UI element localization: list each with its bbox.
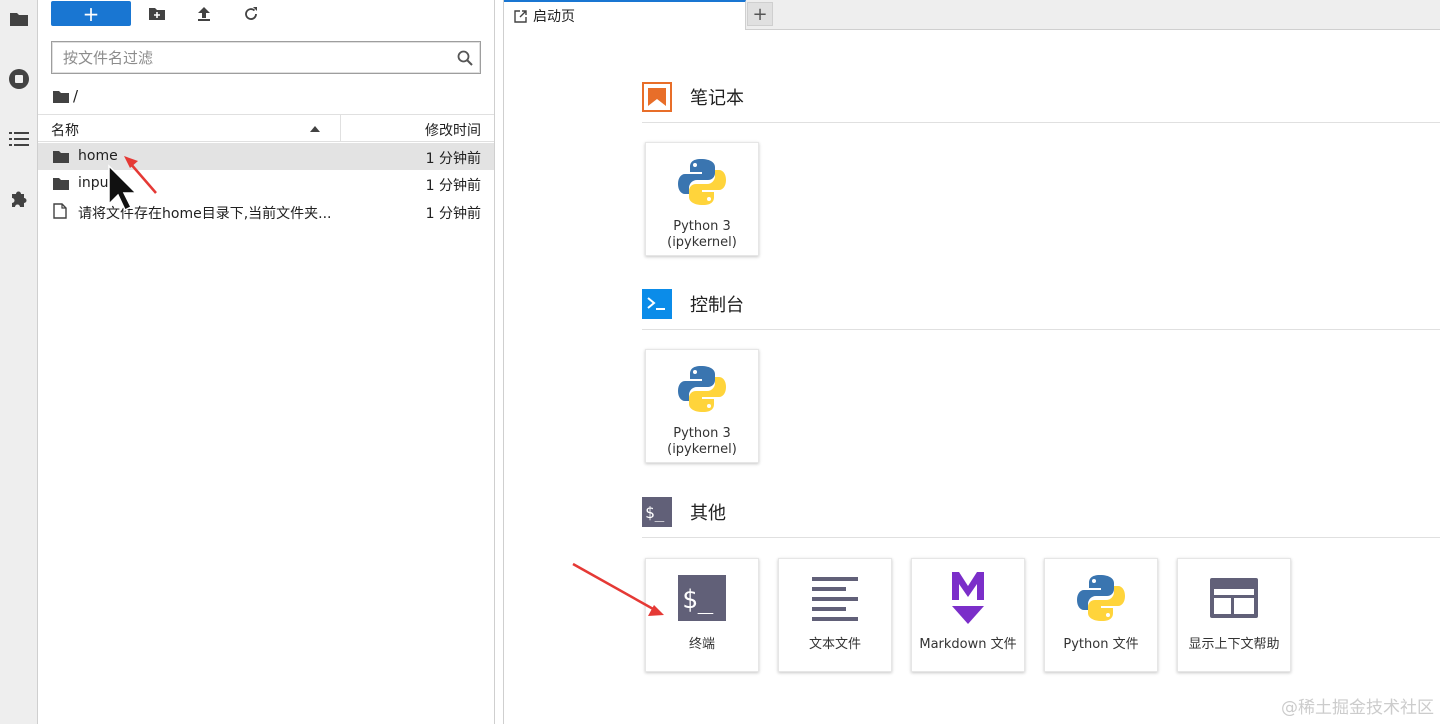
- other-section-header: $_ 其他: [642, 492, 726, 532]
- watermark: @稀土掘金技术社区: [1281, 698, 1434, 718]
- refresh-icon: [245, 7, 257, 20]
- markdown-file-card[interactable]: Markdown 文件: [911, 558, 1025, 672]
- column-divider[interactable]: [340, 115, 341, 141]
- launch-icon: [514, 9, 527, 23]
- launcher: 笔记本 Python 3 (ipykernel) 控制台 Python 3 (i…: [504, 30, 1440, 724]
- card-label: Python 3 (ipykernel): [667, 426, 737, 457]
- console-section-header: 控制台: [642, 284, 744, 324]
- new-folder-icon: [149, 8, 165, 20]
- list-icon: [9, 132, 29, 146]
- section-divider: [642, 537, 1440, 538]
- file-row-readme[interactable]: 请将文件存在home目录下,当前文件夹... 1 分钟前: [38, 198, 494, 225]
- upload-icon: [198, 7, 210, 21]
- notebook-section-header: 笔记本: [642, 77, 744, 117]
- python-logo-icon: [646, 151, 758, 213]
- plus-icon: +: [82, 1, 100, 26]
- name-column-header[interactable]: 名称: [51, 120, 79, 140]
- file-name: 请将文件存在home目录下,当前文件夹...: [78, 206, 332, 222]
- python-logo-icon: [1045, 567, 1157, 629]
- python-file-card[interactable]: Python 文件: [1044, 558, 1158, 672]
- context-help-icon: [1178, 567, 1290, 629]
- card-label: Markdown 文件: [919, 637, 1017, 652]
- text-file-card[interactable]: 文本文件: [778, 558, 892, 672]
- table-of-contents-tab[interactable]: [0, 120, 38, 158]
- stop-circle-icon: [9, 69, 29, 89]
- folder-icon: [53, 149, 69, 163]
- console-python3-card[interactable]: Python 3 (ipykernel): [645, 349, 759, 463]
- file-modified: 1 分钟前: [425, 151, 481, 167]
- file-modified: 1 分钟前: [425, 206, 481, 222]
- refresh-button[interactable]: [241, 4, 261, 24]
- file-name: home: [78, 148, 118, 164]
- plus-icon: +: [752, 3, 768, 25]
- card-label: Python 文件: [1063, 637, 1139, 652]
- file-browser-panel: + / 名称 修改时间: [38, 0, 495, 724]
- folder-icon: [53, 176, 69, 190]
- card-label: Python 3 (ipykernel): [667, 219, 737, 250]
- notebook-icon: [642, 82, 672, 112]
- tab-bar: 启动页 +: [504, 0, 1440, 30]
- search-icon: [450, 50, 480, 66]
- file-row-input[interactable]: input 1 分钟前: [38, 170, 494, 197]
- notebook-python3-card[interactable]: Python 3 (ipykernel): [645, 142, 759, 256]
- file-modified: 1 分钟前: [425, 178, 481, 194]
- file-icon: [53, 203, 69, 219]
- section-title: 笔记本: [690, 88, 744, 109]
- card-label: 文本文件: [808, 637, 861, 652]
- activity-bar: [0, 0, 38, 724]
- folder-icon[interactable]: [53, 90, 69, 103]
- running-sessions-tab[interactable]: [0, 60, 38, 98]
- jupyterlab-app: + / 名称 修改时间: [0, 0, 1440, 724]
- folder-icon: [10, 13, 28, 26]
- terminal-icon: $_: [646, 567, 758, 629]
- tab-label: 启动页: [533, 9, 575, 25]
- new-launcher-button[interactable]: +: [51, 1, 131, 26]
- file-row-home[interactable]: home 1 分钟前: [38, 143, 494, 170]
- console-icon: [642, 289, 672, 319]
- filter-box: [51, 41, 481, 74]
- main-area: 启动页 + 笔记本 Python 3 (ipykernel) 控制台 Pytho…: [503, 0, 1440, 724]
- filter-input[interactable]: [52, 42, 450, 73]
- terminal-icon: $_: [642, 497, 672, 527]
- sort-ascending-icon: [310, 126, 320, 132]
- tab-launcher[interactable]: 启动页: [504, 0, 746, 30]
- new-folder-button[interactable]: [147, 4, 167, 24]
- puzzle-icon: [12, 191, 27, 207]
- markdown-icon: [912, 567, 1024, 629]
- card-label: 终端: [688, 637, 715, 652]
- context-help-card[interactable]: 显示上下文帮助: [1177, 558, 1291, 672]
- svg-text:$_: $_: [645, 503, 665, 522]
- section-title: 控制台: [690, 295, 744, 316]
- breadcrumb-root[interactable]: /: [73, 87, 78, 105]
- file-name: input: [78, 175, 115, 191]
- file-list-header: 名称 修改时间: [38, 114, 494, 142]
- breadcrumb: /: [53, 86, 78, 106]
- section-divider: [642, 329, 1440, 330]
- upload-button[interactable]: [194, 4, 214, 24]
- file-browser-toolbar: +: [38, 0, 494, 30]
- section-divider: [642, 122, 1440, 123]
- python-logo-icon: [646, 358, 758, 420]
- section-title: 其他: [690, 503, 726, 524]
- terminal-card[interactable]: $_ 终端: [645, 558, 759, 672]
- card-label: 显示上下文帮助: [1188, 637, 1280, 652]
- text-file-icon: [779, 567, 891, 629]
- file-browser-tab[interactable]: [0, 0, 38, 38]
- svg-text:$_: $_: [682, 585, 714, 615]
- new-tab-button[interactable]: +: [747, 2, 773, 26]
- extension-manager-tab[interactable]: [0, 180, 38, 218]
- modified-column-header[interactable]: 修改时间: [425, 120, 481, 140]
